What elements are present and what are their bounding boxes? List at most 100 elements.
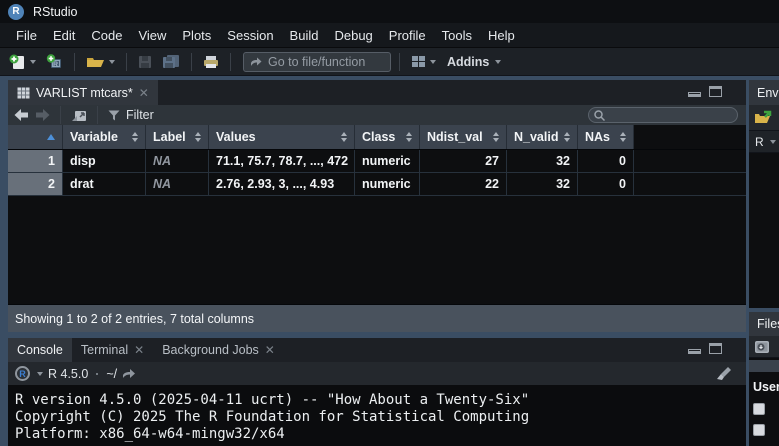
new-file-button[interactable]: [6, 52, 39, 72]
header-rownum[interactable]: [8, 125, 63, 149]
maximize-icon[interactable]: [709, 343, 722, 354]
toolbar-separator: [399, 53, 400, 71]
files-toolbar: [749, 336, 779, 358]
toolbar-separator: [60, 106, 61, 124]
menu-code[interactable]: Code: [83, 23, 130, 47]
back-arrow-icon[interactable]: [14, 109, 29, 121]
header-ndist-val[interactable]: Ndist_val: [420, 125, 507, 149]
menu-help[interactable]: Help: [480, 23, 523, 47]
rstudio-window: R RStudio File Edit Code View Plots Sess…: [0, 0, 779, 446]
minimize-icon[interactable]: [688, 92, 701, 97]
goto-file-input[interactable]: [268, 55, 378, 69]
rstudio-logo-icon: R: [8, 4, 24, 20]
tab-varlist-mtcars[interactable]: VARLIST mtcars* ✕: [8, 80, 158, 105]
header-values[interactable]: Values: [209, 125, 355, 149]
environment-language-selector[interactable]: R: [749, 131, 779, 153]
cell-values: 2.76, 2.93, 3, ..., 4.93: [209, 173, 355, 195]
menu-view[interactable]: View: [130, 23, 174, 47]
sort-asc-icon: [47, 134, 55, 140]
menu-debug[interactable]: Debug: [326, 23, 380, 47]
file-checkbox[interactable]: [753, 403, 765, 415]
menu-file[interactable]: File: [8, 23, 45, 47]
popout-window-icon[interactable]: [71, 109, 87, 122]
filter-button[interactable]: Filter: [126, 108, 154, 122]
forward-arrow-icon[interactable]: [35, 109, 50, 121]
filter-funnel-icon[interactable]: [108, 110, 120, 121]
new-folder-icon[interactable]: [754, 339, 770, 354]
cell-values: 71.1, 75.7, 78.7, ..., 472: [209, 150, 355, 172]
svg-text:R: R: [53, 61, 58, 68]
sort-both-icon: [400, 132, 412, 142]
maximize-icon[interactable]: [709, 86, 722, 97]
minimize-icon[interactable]: [688, 349, 701, 354]
console-toolbar: R R 4.5.0 ~/: [8, 362, 746, 385]
goto-directory-icon[interactable]: [122, 368, 136, 379]
files-path-segment[interactable]: Users: [749, 372, 779, 394]
print-icon: [203, 55, 219, 69]
toolbar-separator: [191, 53, 192, 71]
new-project-button[interactable]: R: [43, 52, 66, 72]
menu-tools[interactable]: Tools: [434, 23, 480, 47]
files-tabstrip: Files: [749, 312, 779, 336]
open-folder-icon: [86, 54, 105, 69]
toolbar-separator: [74, 53, 75, 71]
menu-build[interactable]: Build: [282, 23, 327, 47]
language-caret-icon: [770, 140, 776, 144]
tab-background-jobs[interactable]: Background Jobs✕: [153, 338, 284, 362]
cell-label: NA: [146, 150, 209, 172]
menu-plots[interactable]: Plots: [174, 23, 219, 47]
new-project-icon: R: [46, 54, 63, 70]
tab-label: VARLIST mtcars*: [36, 86, 133, 100]
status-text: Showing 1 to 2 of 2 entries, 7 total col…: [15, 312, 254, 326]
addins-button[interactable]: Addins: [447, 55, 489, 69]
table-search-input[interactable]: [609, 109, 729, 121]
close-icon[interactable]: ✕: [265, 344, 275, 356]
tab-environment[interactable]: Environment: [749, 80, 779, 105]
r-version-caret-icon[interactable]: [37, 372, 43, 376]
environment-tabstrip: Environment: [749, 80, 779, 105]
table-search-box[interactable]: [588, 107, 738, 123]
tab-terminal[interactable]: Terminal✕: [72, 338, 153, 362]
tab-files[interactable]: Files: [749, 312, 779, 336]
environment-empty-area: [749, 153, 779, 308]
header-n-valid[interactable]: N_valid: [507, 125, 578, 149]
goto-arrow-icon: [250, 57, 262, 67]
menu-session[interactable]: Session: [219, 23, 281, 47]
header-label[interactable]: Label: [146, 125, 209, 149]
sort-both-icon: [126, 132, 138, 142]
tab-console[interactable]: Console: [8, 338, 72, 362]
cell-class: numeric: [355, 150, 420, 172]
close-icon[interactable]: ✕: [139, 87, 149, 99]
save-icon: [138, 55, 152, 69]
file-checkbox[interactable]: [753, 424, 765, 436]
menu-profile[interactable]: Profile: [381, 23, 434, 47]
table-grid-icon: [17, 87, 30, 99]
load-workspace-icon[interactable]: [754, 110, 773, 125]
console-line: Platform: x86_64-w64-mingw32/x64: [15, 426, 746, 443]
header-nas[interactable]: NAs: [578, 125, 634, 149]
header-variable[interactable]: Variable: [63, 125, 146, 149]
working-directory[interactable]: ~/: [106, 367, 117, 381]
panes-layout-button[interactable]: [408, 53, 439, 70]
goto-file-box[interactable]: [243, 52, 391, 72]
table-row: 1 disp NA 71.1, 75.7, 78.7, ..., 472 num…: [8, 150, 746, 173]
toolbar-separator: [126, 53, 127, 71]
cell-nas: 0: [578, 173, 634, 195]
menu-edit[interactable]: Edit: [45, 23, 83, 47]
console-output[interactable]: R version 4.5.0 (2025-04-11 ucrt) -- "Ho…: [8, 385, 746, 446]
print-button[interactable]: [200, 53, 222, 71]
cell-ndist-val: 27: [420, 150, 507, 172]
cell-nas: 0: [578, 150, 634, 172]
open-file-button[interactable]: [83, 52, 118, 71]
files-pane: Files Users: [749, 312, 779, 446]
viewer-toolbar: Filter: [8, 105, 746, 125]
panes-layout-caret-icon: [430, 60, 436, 64]
files-list: Users: [749, 372, 779, 446]
clear-console-icon[interactable]: [716, 366, 732, 381]
save-all-button[interactable]: [159, 52, 183, 71]
r-version-icon[interactable]: R: [15, 366, 30, 381]
save-button[interactable]: [135, 53, 155, 71]
close-icon[interactable]: ✕: [134, 344, 144, 356]
table-empty-area: [8, 196, 746, 304]
header-class[interactable]: Class: [355, 125, 420, 149]
